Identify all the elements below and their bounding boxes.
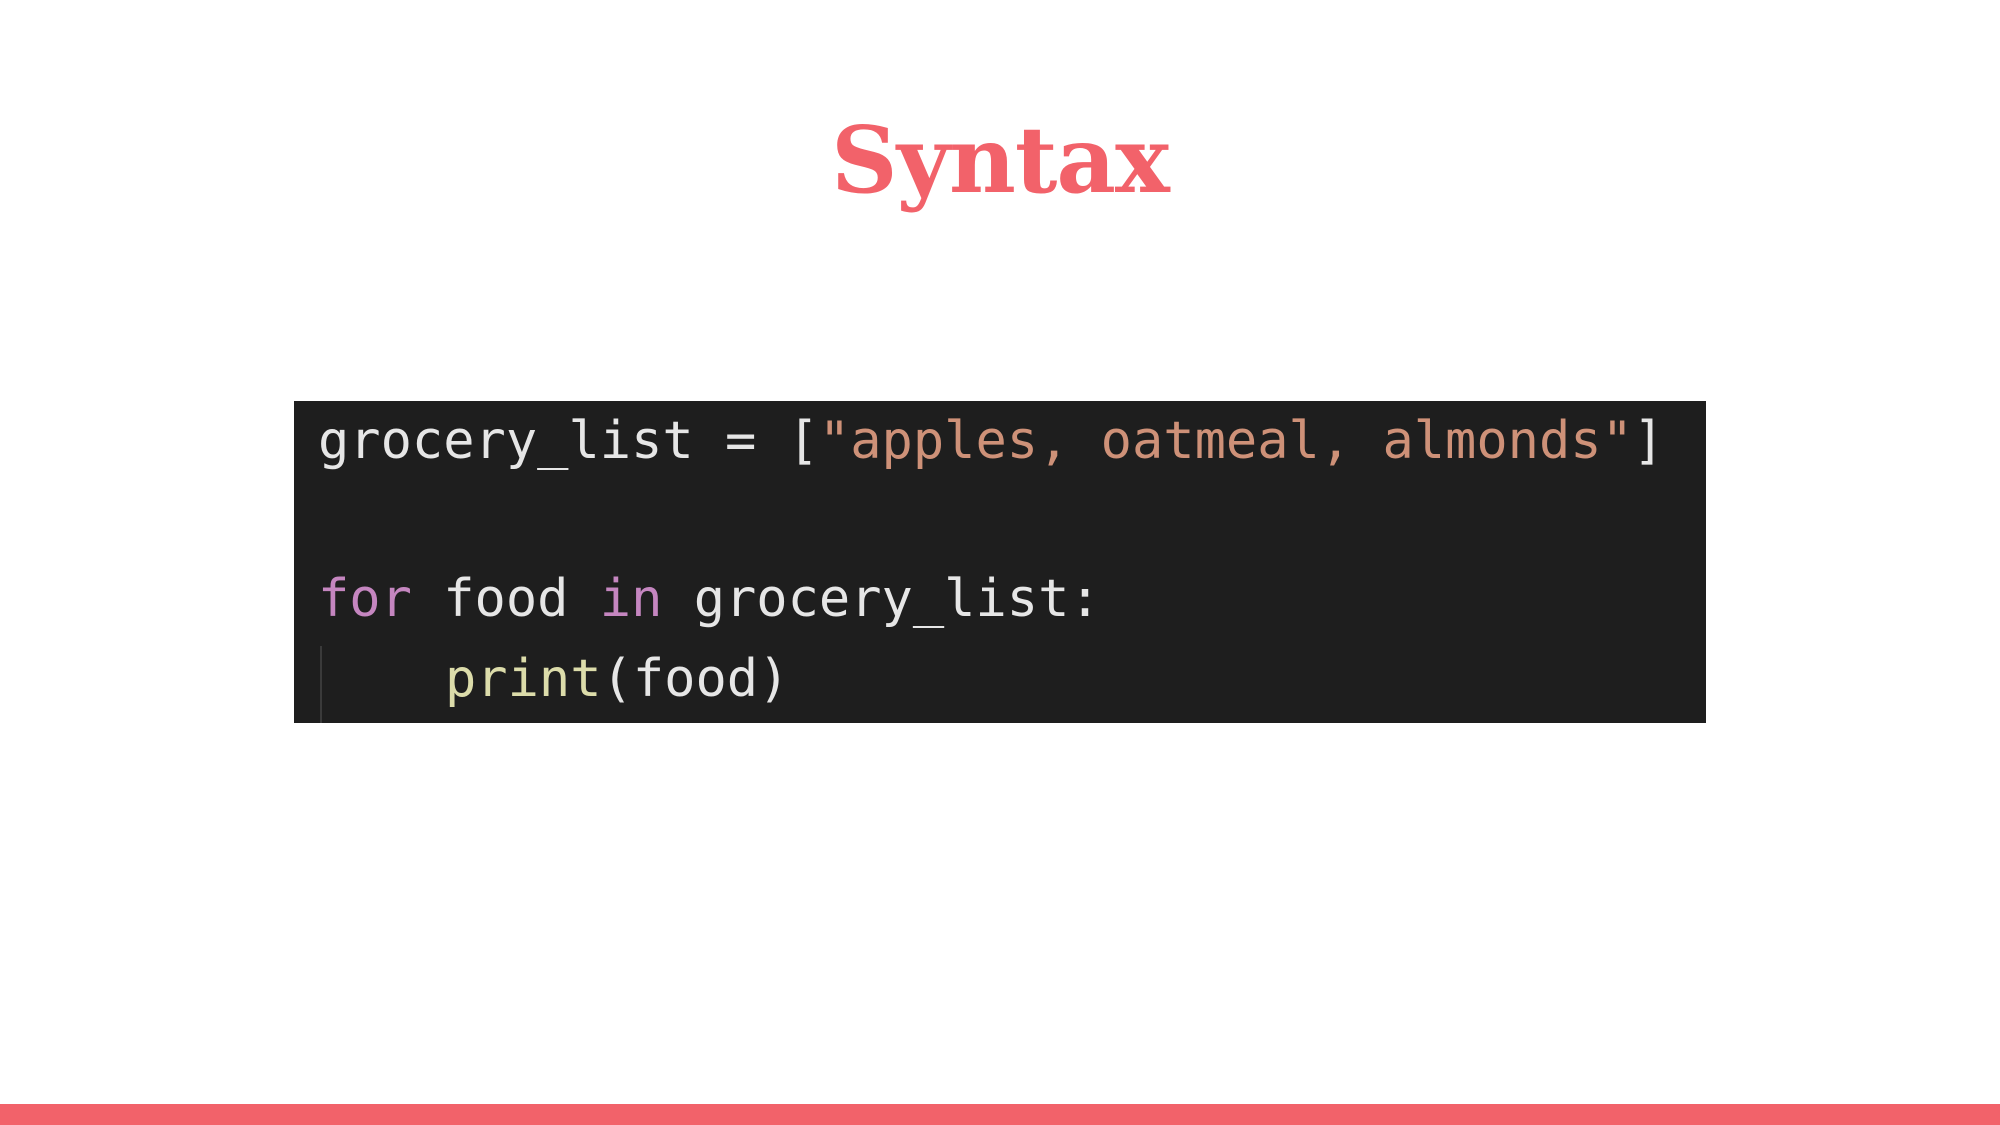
code-token-operator: = [ xyxy=(693,411,819,471)
code-token-string: "apples, oatmeal, almonds" xyxy=(818,411,1633,471)
code-token-bracket: ] xyxy=(1632,411,1665,471)
code-token-keyword-for: for xyxy=(318,569,412,629)
code-token-keyword-in: in xyxy=(599,569,663,629)
slide-title: Syntax xyxy=(831,106,1170,214)
slide: Syntax grocery_list = ["apples, oatmeal,… xyxy=(0,0,2000,1125)
code-token-identifier: grocery_list xyxy=(318,411,694,471)
code-token-function: print xyxy=(445,649,602,709)
code-line-1: grocery_list = ["apples, oatmeal, almond… xyxy=(318,411,1664,471)
code-token-iterable: grocery_list: xyxy=(662,569,1101,629)
code-line-2: for food in grocery_list: xyxy=(318,569,1101,629)
indent-guide xyxy=(320,646,322,723)
bottom-accent-bar xyxy=(0,1104,2000,1125)
code-token-arguments: (food) xyxy=(601,649,790,709)
code-token-variable: food xyxy=(411,569,600,629)
code-block: grocery_list = ["apples, oatmeal, almond… xyxy=(294,401,1706,723)
code-line-3: print(food) xyxy=(445,649,789,709)
